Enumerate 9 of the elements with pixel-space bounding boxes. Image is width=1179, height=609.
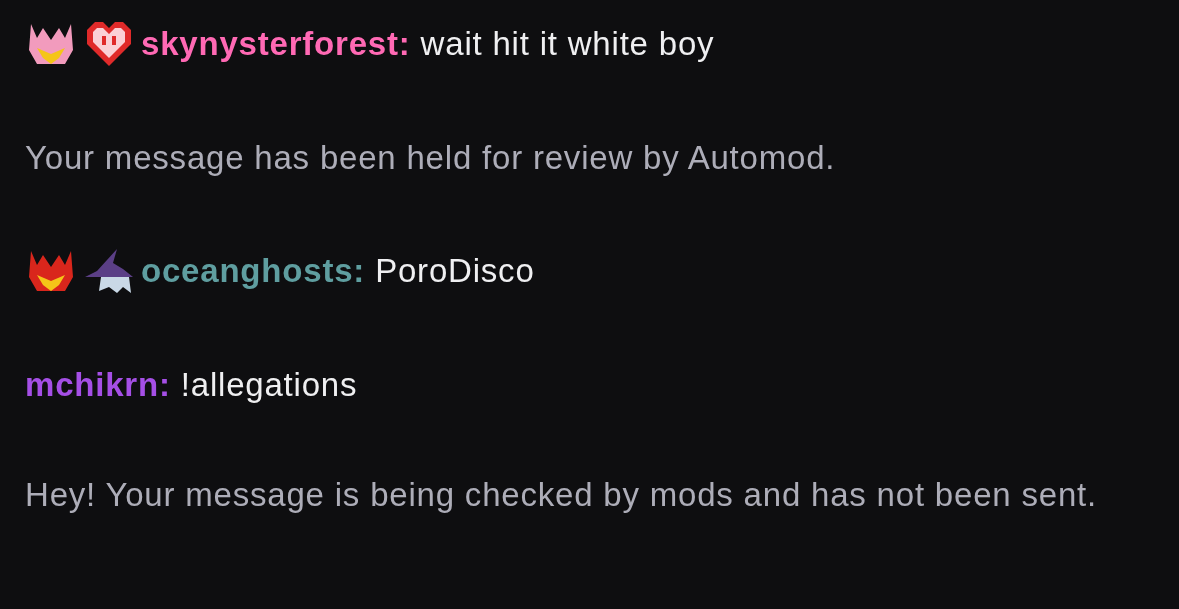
chat-username[interactable]: skynysterforest: — [141, 24, 411, 64]
system-notice: Your message has been held for review by Automod. — [25, 138, 837, 178]
chat-username[interactable]: oceanghosts: — [141, 251, 366, 291]
system-notice: Hey! Your message is being checked by mods and has not been sent. — [25, 475, 1098, 515]
chat-message: PoroDisco — [375, 251, 535, 291]
wizard-icon — [83, 247, 135, 295]
chat-username[interactable]: mchikrn: — [25, 365, 171, 405]
chat-message: wait hit it white boy — [420, 24, 715, 64]
chat-message: !allegations — [180, 365, 358, 405]
